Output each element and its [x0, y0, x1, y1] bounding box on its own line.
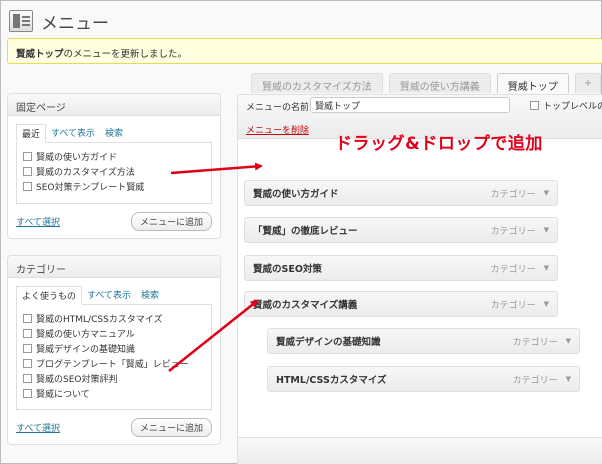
menu-editor-footer [238, 437, 602, 464]
menu-subitem[interactable]: HTML/CSSカスタマイズ カテゴリー ▼ [267, 366, 580, 392]
list-item[interactable]: 賢威のSEO対策評判 [23, 371, 205, 386]
checkbox[interactable] [23, 167, 32, 176]
menu-item[interactable]: 賢威のカスタマイズ講義 カテゴリー ▼ [244, 291, 558, 317]
page-title: メニュー [41, 13, 109, 34]
arrow-down-icon[interactable]: ▼ [566, 337, 571, 345]
categories-box-footer: すべて選択 メニューに追加 [8, 410, 220, 445]
arrow-down-icon[interactable]: ▼ [566, 375, 571, 383]
tab-kenii-top[interactable]: 賢威トップ [496, 73, 569, 93]
categories-add-to-menu-button[interactable]: メニューに追加 [130, 418, 212, 437]
pages-box: 固定ページ 最近 すべて表示 検索 賢威の使い方ガイド 賢威のカスタマイズ方法 … [7, 93, 221, 239]
categories-tab-all[interactable]: すべて表示 [82, 286, 136, 305]
menu-item[interactable]: 賢威の使い方ガイド カテゴリー ▼ [244, 180, 558, 206]
menu-tabs: 賢威のカスタマイズ方法 賢威の使い方講義 賢威トップ + [251, 73, 602, 93]
list-item[interactable]: 賢威の使い方ガイド [23, 149, 205, 164]
checkbox[interactable] [23, 359, 32, 368]
menu-name-input[interactable] [310, 97, 510, 113]
list-item[interactable]: 賢威について [23, 386, 205, 401]
tab-customize-method[interactable]: 賢威のカスタマイズ方法 [251, 73, 383, 93]
pages-tab-recent[interactable]: 最近 [16, 124, 47, 143]
top-level-option[interactable]: トップレベルのペ [530, 99, 602, 112]
pages-add-to-menu-button[interactable]: メニューに追加 [130, 212, 212, 231]
categories-box-title: カテゴリー [8, 256, 220, 278]
pages-box-title: 固定ページ [8, 94, 220, 116]
admin-window: メニュー 賢威トップのメニューを更新しました。 賢威のカスタマイズ方法 賢威の使… [0, 0, 602, 464]
list-item[interactable]: ブログテンプレート「賢威」レビュー [23, 356, 205, 371]
arrow-down-icon[interactable]: ▼ [544, 189, 549, 197]
checkbox[interactable] [23, 314, 32, 323]
categories-tab-frequent[interactable]: よく使うもの [16, 286, 83, 305]
top-level-checkbox[interactable] [530, 101, 539, 110]
arrow-down-icon[interactable]: ▼ [544, 300, 549, 308]
menu-item[interactable]: 「賢威」の徹底レビュー カテゴリー ▼ [244, 217, 558, 243]
categories-box: カテゴリー よく使うもの すべて表示 検索 賢威のHTML/CSSカスタマイズ … [7, 255, 221, 445]
categories-select-all-link[interactable]: すべて選択 [16, 421, 60, 434]
list-item[interactable]: 賢威デザインの基礎知識 [23, 341, 205, 356]
checkbox[interactable] [23, 389, 32, 398]
tab-usage-lecture[interactable]: 賢威の使い方講義 [388, 73, 491, 93]
notice-text: のメニューを更新しました。 [63, 49, 188, 60]
checkbox[interactable] [23, 152, 32, 161]
arrow-down-icon[interactable]: ▼ [544, 226, 549, 234]
delete-menu-link[interactable]: メニューを削除 [246, 123, 309, 136]
categories-tab-search[interactable]: 検索 [136, 286, 164, 305]
pages-box-footer: すべて選択 メニューに追加 [8, 204, 220, 239]
checkbox[interactable] [23, 182, 32, 191]
list-item[interactable]: 賢威の使い方マニュアル [23, 326, 205, 341]
checkbox[interactable] [23, 374, 32, 383]
list-item[interactable]: 賢威のカスタマイズ方法 [23, 164, 205, 179]
notice-menu-name: 賢威トップ [16, 49, 64, 60]
categories-list: 賢威のHTML/CSSカスタマイズ 賢威の使い方マニュアル 賢威デザインの基礎知… [16, 304, 212, 410]
list-item[interactable]: SEO対策テンプレート賢威 [23, 179, 205, 194]
categories-subtabs: よく使うもの すべて表示 検索 [8, 278, 220, 305]
checkbox[interactable] [23, 344, 32, 353]
update-notice: 賢威トップのメニューを更新しました。 [7, 38, 602, 64]
pages-subtabs: 最近 すべて表示 検索 [8, 116, 220, 143]
arrow-down-icon[interactable]: ▼ [544, 264, 549, 272]
add-menu-tab[interactable]: + [574, 73, 602, 93]
drag-drop-annotation: ドラッグ&ドロップで追加 [335, 134, 543, 154]
menu-name-label: メニューの名前 [246, 103, 310, 113]
checkbox[interactable] [23, 329, 32, 338]
pages-select-all-link[interactable]: すべて選択 [16, 215, 60, 228]
menu-item[interactable]: 賢威のSEO対策 カテゴリー ▼ [244, 255, 558, 281]
list-item[interactable]: 賢威のHTML/CSSカスタマイズ [23, 311, 205, 326]
menu-icon [9, 10, 33, 32]
menu-subitem[interactable]: 賢威デザインの基礎知識 カテゴリー ▼ [267, 328, 580, 354]
page-header: メニュー [9, 7, 109, 35]
pages-tab-search[interactable]: 検索 [100, 124, 128, 143]
pages-tab-all[interactable]: すべて表示 [46, 124, 100, 143]
pages-list: 賢威の使い方ガイド 賢威のカスタマイズ方法 SEO対策テンプレート賢威 [16, 142, 212, 204]
